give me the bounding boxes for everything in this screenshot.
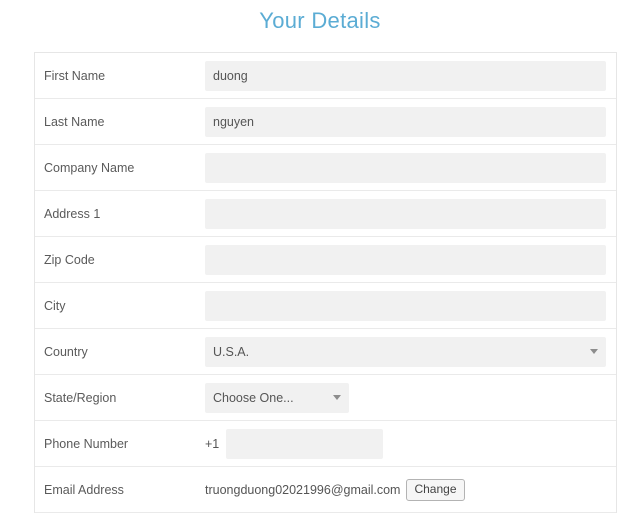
- state-region-select-value: Choose One...: [213, 390, 294, 405]
- form-row-state-region: State/Region Choose One...: [35, 375, 616, 421]
- label-phone-number: Phone Number: [44, 436, 129, 451]
- label-email-address: Email Address: [44, 482, 124, 497]
- field-phone-number: +1: [205, 428, 616, 459]
- form-row-city: City: [35, 283, 616, 329]
- label-last-name: Last Name: [44, 114, 105, 129]
- field-address-1: [205, 198, 616, 229]
- field-zip-code: [205, 244, 616, 275]
- chevron-down-icon: [590, 349, 598, 354]
- your-details-form: First Name duong Last Name nguyen Compan…: [34, 52, 617, 513]
- field-state-region: Choose One...: [205, 382, 616, 413]
- city-input[interactable]: [205, 290, 606, 321]
- form-row-company-name: Company Name: [35, 145, 616, 191]
- address-1-input[interactable]: [205, 198, 606, 229]
- label-state-region: State/Region: [44, 390, 117, 405]
- change-email-button[interactable]: Change: [406, 478, 465, 501]
- field-company-name: [205, 152, 616, 183]
- field-city: [205, 290, 616, 321]
- label-zip-code: Zip Code: [44, 252, 95, 267]
- form-row-first-name: First Name duong: [35, 53, 616, 99]
- page-title: Your Details: [259, 8, 381, 33]
- form-row-country: Country U.S.A.: [35, 329, 616, 375]
- company-name-input[interactable]: [205, 152, 606, 183]
- first-name-input[interactable]: duong: [205, 60, 606, 91]
- form-row-email-address: Email Address truongduong02021996@gmail.…: [35, 467, 616, 513]
- label-first-name: First Name: [44, 68, 106, 83]
- email-address-value: truongduong02021996@gmail.com: [205, 482, 401, 497]
- field-country: U.S.A.: [205, 336, 616, 367]
- form-row-address-1: Address 1: [35, 191, 616, 237]
- field-first-name: duong: [205, 60, 616, 91]
- field-last-name: nguyen: [205, 106, 616, 137]
- label-country: Country: [44, 344, 88, 359]
- label-city: City: [44, 298, 66, 313]
- state-region-select[interactable]: Choose One...: [205, 382, 349, 413]
- form-row-last-name: Last Name nguyen: [35, 99, 616, 145]
- last-name-input[interactable]: nguyen: [205, 106, 606, 137]
- phone-number-input[interactable]: [226, 428, 384, 459]
- form-row-zip-code: Zip Code: [35, 237, 616, 283]
- phone-country-prefix: +1: [205, 436, 220, 451]
- country-select-value: U.S.A.: [213, 344, 250, 359]
- label-address-1: Address 1: [44, 206, 101, 221]
- chevron-down-icon: [333, 395, 341, 400]
- label-company-name: Company Name: [44, 160, 135, 175]
- field-email-address: truongduong02021996@gmail.com Change: [205, 478, 616, 501]
- form-row-phone-number: Phone Number +1: [35, 421, 616, 467]
- country-select[interactable]: U.S.A.: [205, 336, 606, 367]
- zip-code-input[interactable]: [205, 244, 606, 275]
